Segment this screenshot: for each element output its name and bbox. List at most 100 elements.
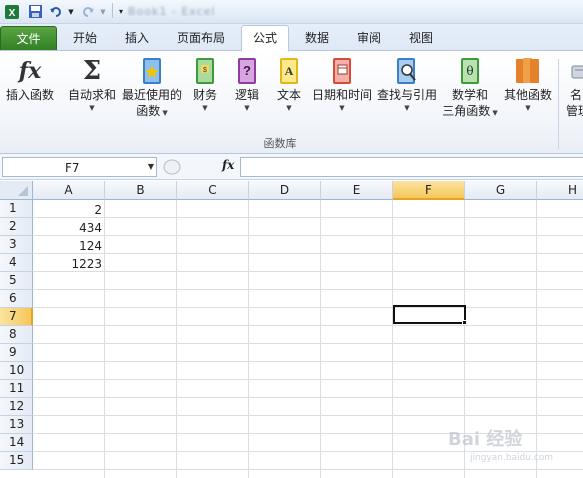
logical-button[interactable]: ? 逻辑 ▼ xyxy=(230,55,264,131)
baidu-watermark-url: jingyan.baidu.com xyxy=(470,453,554,463)
row-header-15[interactable]: 15 xyxy=(0,452,33,470)
row-header-11[interactable]: 11 xyxy=(0,380,33,398)
column-header-d[interactable]: D xyxy=(249,181,321,200)
book-star-icon xyxy=(137,55,167,87)
tab-review[interactable]: 审阅 xyxy=(344,26,394,51)
sigma-icon: Σ xyxy=(82,56,102,86)
excel-window: X ▼ ▼ ▾ Book1 - Excel 文件 开始 插入 页面布局 公式 数… xyxy=(0,0,583,478)
select-all-corner[interactable] xyxy=(0,181,33,200)
book-finance-icon: $ xyxy=(190,55,220,87)
column-header-g[interactable]: G xyxy=(465,181,537,200)
row-header-3[interactable]: 3 xyxy=(0,236,33,254)
redo-icon[interactable] xyxy=(80,3,96,20)
tab-data[interactable]: 数据 xyxy=(292,26,342,51)
gridline-horizontal xyxy=(33,325,583,326)
chevron-down-icon: ▼ xyxy=(244,104,250,112)
row-header-13[interactable]: 13 xyxy=(0,416,33,434)
gridline-horizontal xyxy=(33,415,583,416)
column-header-h[interactable]: H xyxy=(537,181,583,200)
cell-a3[interactable]: 124 xyxy=(33,237,105,255)
tab-formulas[interactable]: 公式 xyxy=(241,25,289,52)
insert-function-fx-icon[interactable]: fx xyxy=(222,158,234,172)
active-cell-f7[interactable] xyxy=(393,305,466,324)
undo-dropdown-icon[interactable]: ▼ xyxy=(66,3,76,20)
recently-used-button[interactable]: 最近使用的 函数 ▼ xyxy=(120,55,184,131)
formula-bar: F7 ▼ fx xyxy=(0,154,583,180)
book-other-icon xyxy=(513,55,543,87)
gridline-horizontal xyxy=(33,343,583,344)
gridline-horizontal xyxy=(33,289,583,290)
row-header-4[interactable]: 4 xyxy=(0,254,33,272)
gridline-vertical xyxy=(392,200,393,478)
name-box[interactable]: F7 ▼ xyxy=(2,157,157,177)
document-title: Book1 - Excel xyxy=(128,5,216,18)
text-button[interactable]: A 文本 ▼ xyxy=(272,55,306,131)
insert-function-button[interactable]: fx 插入函数 xyxy=(4,55,56,131)
ribbon-formulas: fx 插入函数 Σ 自动求和 ▼ 最近使用的 函数 ▼ $ 财务 ▼ ? 逻辑 … xyxy=(0,50,583,154)
name-manager-icon xyxy=(562,55,583,87)
column-header-f[interactable]: F xyxy=(393,181,465,200)
gridline-horizontal xyxy=(33,379,583,380)
fx-icon: fx xyxy=(18,58,42,84)
gridline-horizontal xyxy=(33,253,583,254)
math-trig-button[interactable]: θ 数学和 三角函数 ▼ xyxy=(440,55,500,131)
formula-input[interactable] xyxy=(240,157,583,177)
gridline-horizontal xyxy=(33,397,583,398)
cell-a1[interactable]: 2 xyxy=(33,201,105,219)
lookup-reference-button[interactable]: 查找与引用 ▼ xyxy=(376,55,438,131)
column-header-e[interactable]: E xyxy=(321,181,393,200)
row-header-9[interactable]: 9 xyxy=(0,344,33,362)
book-math-icon: θ xyxy=(455,55,485,87)
tab-file[interactable]: 文件 xyxy=(0,26,57,51)
qa-separator xyxy=(112,3,113,18)
chevron-down-icon: ▼ xyxy=(339,104,345,112)
redo-dropdown-icon[interactable]: ▼ xyxy=(98,3,108,20)
gridline-vertical xyxy=(536,200,537,478)
row-header-10[interactable]: 10 xyxy=(0,362,33,380)
row-header-2[interactable]: 2 xyxy=(0,218,33,236)
row-header-7[interactable]: 7 xyxy=(0,308,33,326)
row-header-1[interactable]: 1 xyxy=(0,200,33,218)
row-header-8[interactable]: 8 xyxy=(0,326,33,344)
date-time-button[interactable]: 日期和时间 ▼ xyxy=(310,55,374,131)
save-icon[interactable] xyxy=(26,3,44,20)
tab-page-layout[interactable]: 页面布局 xyxy=(165,26,237,51)
more-functions-button[interactable]: 其他函数 ▼ xyxy=(502,55,554,131)
undo-icon[interactable] xyxy=(48,3,64,20)
row-header-5[interactable]: 5 xyxy=(0,272,33,290)
fill-handle[interactable] xyxy=(462,320,467,325)
tab-view[interactable]: 视图 xyxy=(396,26,446,51)
name-manager-button[interactable]: 名 管理 xyxy=(562,55,583,131)
function-library-group-label: 函数库 xyxy=(263,137,297,150)
gridline-horizontal xyxy=(33,361,583,362)
gridline-horizontal xyxy=(33,451,583,452)
column-header-c[interactable]: C xyxy=(177,181,249,200)
row-header-6[interactable]: 6 xyxy=(0,290,33,308)
cancel-enter-icon xyxy=(163,159,181,175)
tab-home[interactable]: 开始 xyxy=(60,26,110,51)
title-bar: X ▼ ▼ ▾ Book1 - Excel xyxy=(0,0,583,24)
gridline-horizontal xyxy=(33,469,583,470)
book-text-icon: A xyxy=(274,55,304,87)
gridline-horizontal xyxy=(33,271,583,272)
book-date-icon xyxy=(327,55,357,87)
svg-text:$: $ xyxy=(203,67,207,74)
excel-logo-icon: X xyxy=(3,3,21,20)
financial-button[interactable]: $ 财务 ▼ xyxy=(188,55,222,131)
row-header-12[interactable]: 12 xyxy=(0,398,33,416)
book-lookup-icon xyxy=(392,55,422,87)
cell-a2[interactable]: 434 xyxy=(33,219,105,237)
customize-qa-icon[interactable]: ▾ xyxy=(116,3,126,20)
ribbon-tabs: 文件 开始 插入 页面布局 公式 数据 审阅 视图 xyxy=(0,24,583,52)
autosum-button[interactable]: Σ 自动求和 ▼ xyxy=(64,55,120,131)
chevron-down-icon: ▼ xyxy=(202,104,208,112)
row-header-14[interactable]: 14 xyxy=(0,434,33,452)
chevron-down-icon: ▼ xyxy=(89,104,95,112)
cell-a4[interactable]: 1223 xyxy=(33,255,105,273)
gridline-vertical xyxy=(248,200,249,478)
column-header-a[interactable]: A xyxy=(33,181,105,200)
tab-insert[interactable]: 插入 xyxy=(112,26,162,51)
chevron-down-icon[interactable]: ▼ xyxy=(148,162,154,171)
column-header-b[interactable]: B xyxy=(105,181,177,200)
gridline-horizontal xyxy=(33,217,583,218)
